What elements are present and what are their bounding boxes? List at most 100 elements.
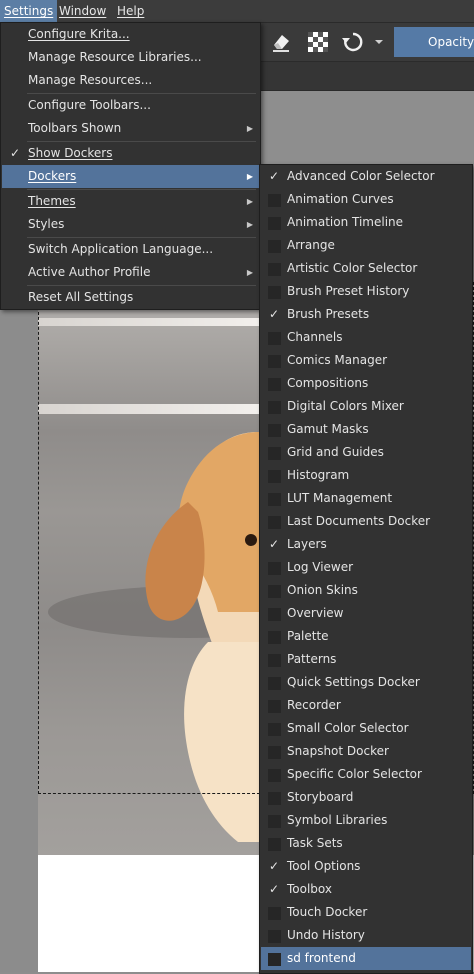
checkmark-icon: ✓ (10, 146, 21, 160)
docker-item[interactable]: Channels (261, 326, 471, 349)
docker-item-label: Gamut Masks (287, 422, 369, 436)
unchecked-box-icon (268, 194, 281, 207)
menu-item-configure-toolbars[interactable]: Configure Toolbars... (2, 94, 259, 117)
unchecked-box-icon (268, 838, 281, 851)
docker-item-label: Undo History (287, 928, 365, 942)
unchecked-box-icon (268, 677, 281, 690)
docker-item-label: Animation Curves (287, 192, 394, 206)
docker-item[interactable]: ✓ Advanced Color Selector (261, 165, 471, 188)
menu-item-label: Toolbars Shown (28, 121, 122, 135)
submenu-arrow-icon: ▶ (246, 197, 253, 206)
docker-item[interactable]: Animation Curves (261, 188, 471, 211)
docker-item[interactable]: Task Sets (261, 832, 471, 855)
checkerboard-icon[interactable] (305, 29, 331, 55)
docker-item[interactable]: Touch Docker (261, 901, 471, 924)
menu-item-label: Dockers (28, 169, 77, 183)
menu-item-show-dockers[interactable]: ✓ Show Dockers (2, 142, 259, 165)
docker-item-label: Storyboard (287, 790, 354, 804)
menu-item-toolbars-shown[interactable]: Toolbars Shown ▶ (2, 117, 259, 140)
menu-item-manage-resources[interactable]: Manage Resources... (2, 69, 259, 92)
docker-item-label: Recorder (287, 698, 341, 712)
menu-window[interactable]: Window (55, 0, 110, 22)
docker-item[interactable]: Comics Manager (261, 349, 471, 372)
menu-item-label: Manage Resources... (28, 73, 153, 87)
docker-item[interactable]: Palette (261, 625, 471, 648)
menu-item-switch-language[interactable]: Switch Application Language... (2, 238, 259, 261)
docker-item[interactable]: Compositions (261, 372, 471, 395)
menu-item-dockers[interactable]: Dockers ▶ (2, 165, 259, 188)
docker-item-label: Toolbox (287, 882, 332, 896)
checkmark-icon: ✓ (269, 882, 280, 896)
docker-item[interactable]: Patterns (261, 648, 471, 671)
dropdown-arrow-icon[interactable] (372, 29, 386, 55)
opacity-slider[interactable]: Opacity: (394, 27, 474, 57)
docker-item[interactable]: Log Viewer (261, 556, 471, 579)
docker-item[interactable]: ✓ Toolbox (261, 878, 471, 901)
docker-item[interactable]: ✓ Tool Options (261, 855, 471, 878)
docker-item-label: Onion Skins (287, 583, 358, 597)
menu-item-label: Manage Resource Libraries... (28, 50, 202, 64)
menu-item-reset-all-settings[interactable]: Reset All Settings (2, 286, 259, 309)
eraser-icon[interactable] (268, 29, 294, 55)
docker-item-label: Grid and Guides (287, 445, 384, 459)
unchecked-box-icon (268, 746, 281, 759)
submenu-arrow-icon: ▶ (246, 268, 253, 277)
docker-item[interactable]: Digital Colors Mixer (261, 395, 471, 418)
unchecked-box-icon (268, 217, 281, 230)
unchecked-box-icon (268, 792, 281, 805)
unchecked-box-icon (268, 355, 281, 368)
docker-item[interactable]: Gamut Masks (261, 418, 471, 441)
docker-item-label: Advanced Color Selector (287, 169, 435, 183)
docker-item[interactable]: Histogram (261, 464, 471, 487)
docker-item[interactable]: sd frontend (261, 947, 471, 970)
docker-item[interactable]: Storyboard (261, 786, 471, 809)
docker-item[interactable]: Last Documents Docker (261, 510, 471, 533)
unchecked-box-icon (268, 378, 281, 391)
docker-item[interactable]: Onion Skins (261, 579, 471, 602)
docker-item[interactable]: Brush Preset History (261, 280, 471, 303)
docker-item[interactable]: Recorder (261, 694, 471, 717)
unchecked-box-icon (268, 930, 281, 943)
unchecked-box-icon (268, 631, 281, 644)
docker-item[interactable]: Quick Settings Docker (261, 671, 471, 694)
docker-item-label: Digital Colors Mixer (287, 399, 404, 413)
docker-item[interactable]: ✓ Brush Presets (261, 303, 471, 326)
docker-item[interactable]: LUT Management (261, 487, 471, 510)
docker-item[interactable]: Specific Color Selector (261, 763, 471, 786)
docker-item[interactable]: Artistic Color Selector (261, 257, 471, 280)
menu-item-manage-resource-libraries[interactable]: Manage Resource Libraries... (2, 46, 259, 69)
docker-item-label: Tool Options (287, 859, 361, 873)
menu-item-label: Configure Krita... (28, 27, 130, 41)
menubar: Settings Window Help (0, 0, 474, 23)
docker-item-label: sd frontend (287, 951, 356, 965)
docker-item[interactable]: Snapshot Docker (261, 740, 471, 763)
docker-item-label: Specific Color Selector (287, 767, 422, 781)
menu-item-configure-krita[interactable]: Configure Krita... (2, 23, 259, 46)
docker-item[interactable]: Overview (261, 602, 471, 625)
docker-item-label: Touch Docker (287, 905, 368, 919)
unchecked-box-icon (268, 723, 281, 736)
docker-item[interactable]: Animation Timeline (261, 211, 471, 234)
dockers-submenu: ✓ Advanced Color Selector Animation Curves… (259, 164, 473, 974)
docker-item[interactable]: Grid and Guides (261, 441, 471, 464)
unchecked-box-icon (268, 263, 281, 276)
docker-item-label: Histogram (287, 468, 350, 482)
menu-item-styles[interactable]: Styles ▶ (2, 213, 259, 236)
docker-item[interactable]: Undo History (261, 924, 471, 947)
unchecked-box-icon (268, 286, 281, 299)
docker-item-label: Patterns (287, 652, 337, 666)
menu-item-active-author-profile[interactable]: Active Author Profile ▶ (2, 261, 259, 284)
docker-item[interactable]: Arrange (261, 234, 471, 257)
docker-item-label: Snapshot Docker (287, 744, 389, 758)
menu-help[interactable]: Help (113, 0, 148, 22)
menu-item-themes[interactable]: Themes ▶ (2, 190, 259, 213)
docker-item[interactable]: ✓ Layers (261, 533, 471, 556)
checkmark-icon: ✓ (269, 307, 280, 321)
checkmark-icon: ✓ (269, 537, 280, 551)
docker-item-label: Overview (287, 606, 344, 620)
docker-item[interactable]: Symbol Libraries (261, 809, 471, 832)
menu-settings[interactable]: Settings (0, 0, 58, 22)
docker-item[interactable]: Small Color Selector (261, 717, 471, 740)
refresh-icon[interactable] (340, 29, 366, 55)
docker-item-label: Layers (287, 537, 327, 551)
